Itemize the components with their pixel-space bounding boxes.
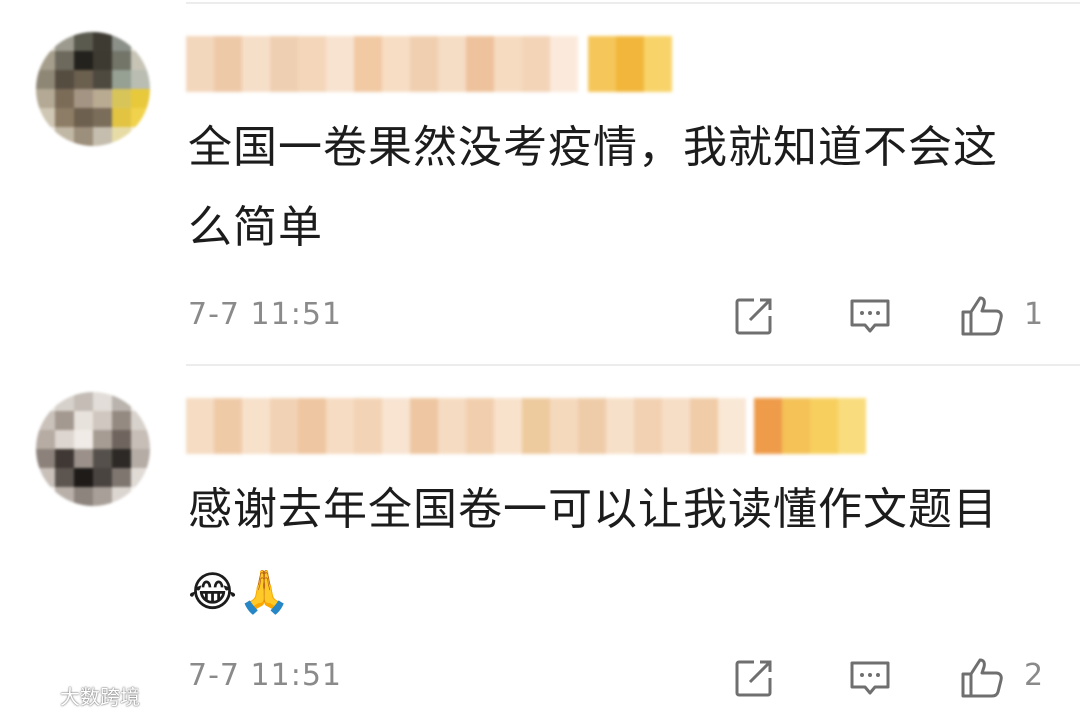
comment-timestamp: 7-7 11:51 xyxy=(188,658,342,693)
comment-bubble-icon xyxy=(850,661,890,695)
thumbs-up-icon xyxy=(961,296,1003,336)
like-count: 2 xyxy=(1024,658,1044,693)
laughing-crying-emoji-and-hands-emoji: 😂🙏 xyxy=(188,567,292,616)
avatar[interactable] xyxy=(36,392,150,506)
share-edit-icon xyxy=(735,660,772,697)
comment-text-content: 感谢去年全国卷一可以让我读懂作文题目 xyxy=(188,484,998,535)
watermark-logo-icon xyxy=(9,686,53,705)
username-blurred[interactable] xyxy=(186,36,672,92)
share-edit-icon xyxy=(735,298,772,335)
reply-button[interactable] xyxy=(846,654,894,702)
thumbs-up-icon xyxy=(961,658,1003,698)
top-divider xyxy=(186,2,1080,4)
comment-divider xyxy=(186,364,1080,366)
comment-timestamp: 7-7 11:51 xyxy=(188,297,342,332)
watermark-text: 大数跨境 xyxy=(60,685,140,709)
watermark: 大数跨境 xyxy=(8,681,140,710)
forward-button[interactable] xyxy=(730,292,778,340)
comment-text: 感谢去年全国卷一可以让我读懂作文题目 😂🙏 xyxy=(188,470,1028,632)
like-button[interactable] xyxy=(958,654,1006,702)
reply-button[interactable] xyxy=(846,292,894,340)
forward-button[interactable] xyxy=(730,654,778,702)
username-blurred[interactable] xyxy=(186,398,866,454)
comment-text-content: 全国一卷果然没考疫情，我就知道不会这么简单 xyxy=(188,122,998,253)
like-count: 1 xyxy=(1024,297,1044,332)
comment-text: 全国一卷果然没考疫情，我就知道不会这么简单 xyxy=(188,108,1028,268)
comment-bubble-icon xyxy=(850,299,890,333)
like-button[interactable] xyxy=(958,292,1006,340)
avatar[interactable] xyxy=(36,32,150,146)
